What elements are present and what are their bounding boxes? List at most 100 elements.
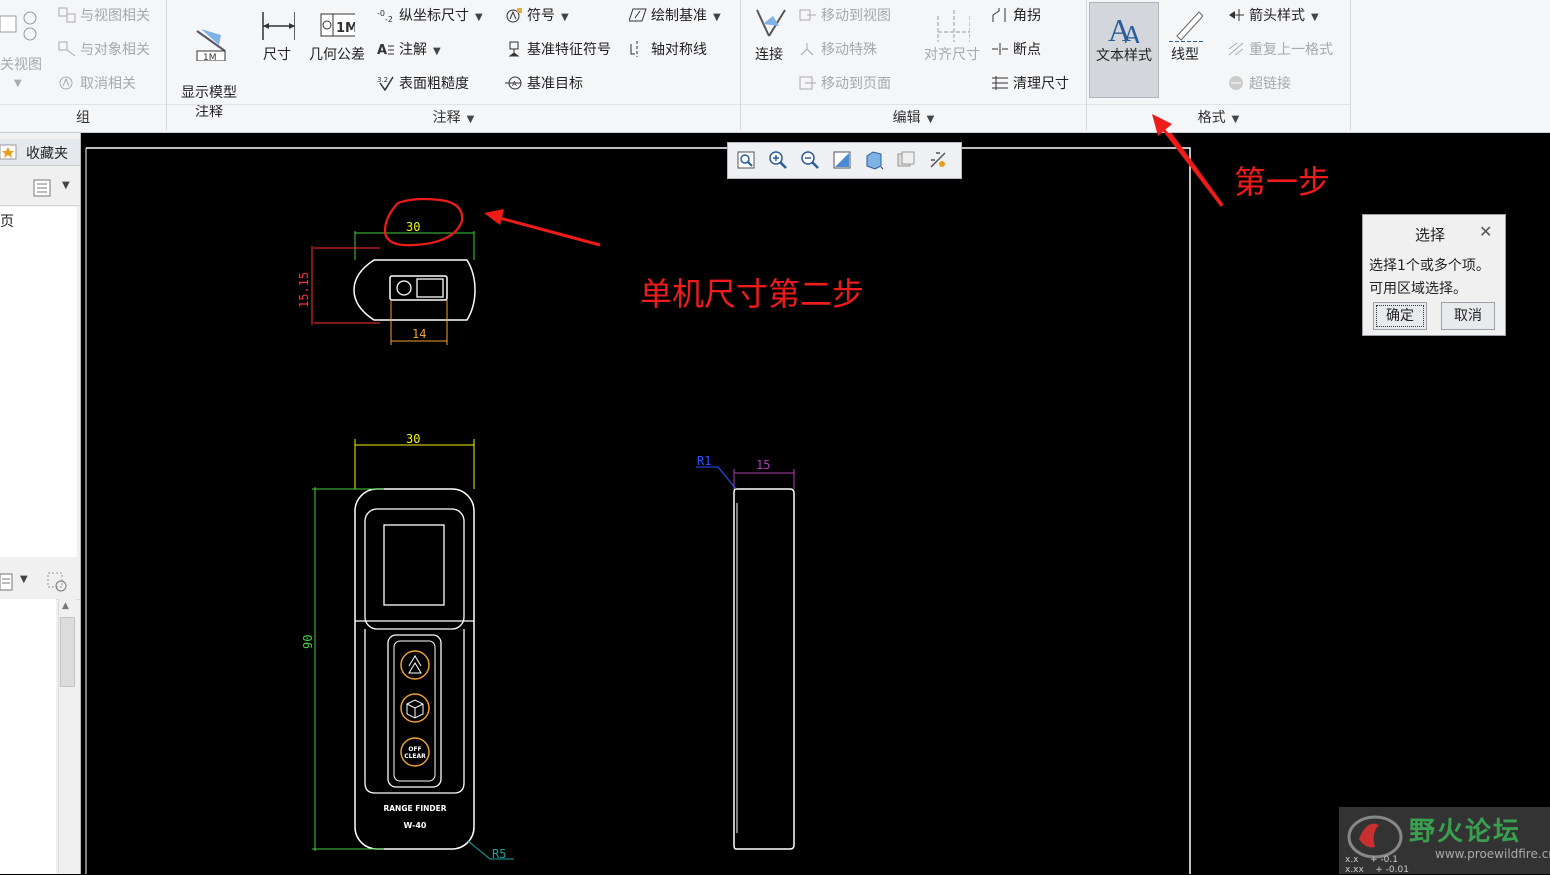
tree-item-page[interactable]: 页 [0, 211, 14, 231]
front-view[interactable]: OFF CLEAR RANGE FINDER W-40 30 90 R5 [301, 432, 514, 861]
zoom-in-icon[interactable] [768, 150, 788, 170]
relate-to-object-button[interactable]: 与对象相关 [58, 38, 150, 62]
datum-target-icon: A [505, 75, 523, 91]
group-label-annotation[interactable]: 注释 ▼ [167, 104, 740, 131]
chevron-down-icon[interactable]: ▼ [561, 12, 569, 23]
side-dim-15-text[interactable]: 15 [756, 458, 770, 472]
arrow-head [1152, 114, 1172, 136]
dimension-button[interactable]: 尺寸 [255, 6, 299, 65]
svg-text:1M: 1M [336, 21, 355, 36]
display-style-icon[interactable] [864, 150, 884, 170]
vertical-scrollbar[interactable]: ▲ [58, 599, 76, 874]
front-radius-text[interactable]: R5 [492, 847, 506, 861]
watermark-url: www.proewildfire.cn [1435, 847, 1550, 861]
top-view[interactable]: 30 15.15 14 [297, 197, 476, 345]
relate-to-view-button[interactable]: 与视图相关 [58, 4, 150, 28]
scroll-up-icon[interactable]: ▲ [62, 601, 69, 611]
top-view-outline [353, 259, 476, 321]
cancel-button[interactable]: 取消 [1441, 302, 1495, 330]
front-dim-30-text[interactable]: 30 [406, 432, 420, 446]
sketch-datum-button[interactable]: 绘制基准 ▼ [628, 4, 721, 28]
red-circle-annotation [383, 197, 464, 247]
axis-of-symmetry-button[interactable]: 轴对称线 [629, 38, 707, 62]
zoom-out-icon[interactable] [800, 150, 820, 170]
dialog-title: 选择 [1415, 226, 1446, 244]
note-button[interactable]: A 注解 ▼ [377, 38, 441, 62]
cube-icon [406, 699, 424, 719]
axis-symmetry-icon [629, 41, 647, 57]
view-toolbar [727, 142, 962, 179]
text-style-button[interactable]: AA 文本样式 [1089, 2, 1159, 98]
sheet-border [86, 147, 1191, 874]
move-to-view-button[interactable]: 移动到视图 [799, 4, 891, 28]
repaint-icon[interactable] [832, 150, 852, 170]
drawing-sheet: 30 15.15 14 OFF CLEAR RANGE FINDER W-40 … [85, 133, 1224, 874]
scrollbar-thumb[interactable] [60, 617, 75, 687]
repeat-format-icon [1227, 41, 1245, 57]
group-edit: 连接 移动到视图 移动特殊 移动到页面 对齐尺寸 角拐 断点 清理尺寸 编辑 ▼ [741, 0, 1086, 130]
relate-view-button[interactable]: 关视图 [0, 56, 50, 75]
jog-icon [991, 7, 1009, 23]
break-icon [991, 41, 1009, 57]
geometric-tolerance-button[interactable]: 1M 几何公差 [305, 6, 369, 65]
svg-text:A: A [377, 43, 387, 57]
front-dim-90-text[interactable]: 90 [301, 635, 315, 649]
surface-finish-button[interactable]: 3.2 表面粗糙度 [377, 72, 469, 96]
doc-icon[interactable] [0, 573, 14, 591]
move-to-view-icon [799, 7, 817, 23]
svg-text:A: A [512, 80, 517, 88]
move-special-button[interactable]: 移动特殊 [799, 38, 877, 62]
note-icon: A [377, 41, 395, 58]
list-view-icon[interactable] [33, 179, 51, 197]
top-dim-14-text[interactable]: 14 [412, 327, 426, 341]
top-dim-30-text[interactable]: 30 [406, 220, 420, 234]
top-dim-height-text[interactable]: 15.15 [297, 272, 311, 308]
chevron-down-icon[interactable]: ▼ [475, 12, 483, 23]
datum-target-button[interactable]: A 基准目标 [505, 72, 583, 96]
favorites-tab[interactable]: 收藏夹 [0, 139, 80, 166]
align-dimensions-button[interactable]: 对齐尺寸 [919, 6, 985, 65]
panel-toolbar: ▼ [0, 171, 80, 206]
dialog-message-2: 可用区域选择。 [1369, 281, 1467, 297]
side-view[interactable]: 15 R1 [696, 454, 795, 850]
arrow-shaft [1162, 129, 1224, 207]
drawing-canvas[interactable]: 30 15.15 14 OFF CLEAR RANGE FINDER W-40 … [84, 133, 1550, 874]
jog-button[interactable]: 角拐 [991, 4, 1041, 28]
tree-area: 页 [0, 207, 77, 557]
chevron-down-icon[interactable]: ▼ [713, 12, 721, 23]
cleanup-dimensions-icon [991, 75, 1009, 91]
group-label-edit[interactable]: 编辑 ▼ [741, 104, 1086, 131]
ok-button[interactable]: 确定 [1373, 302, 1427, 330]
chevron-down-icon: ▼ [466, 114, 475, 125]
svg-text:1M: 1M [203, 53, 217, 61]
arrow-style-button[interactable]: 箭头样式 ▼ [1227, 4, 1319, 28]
connect-button[interactable]: 连接 [745, 6, 793, 65]
repeat-last-format-button[interactable]: 重复上一格式 [1227, 38, 1333, 62]
chevron-down-icon[interactable]: ▼ [62, 180, 70, 191]
symbol-button[interactable]: 符号 ▼ [505, 4, 569, 28]
datum-feature-symbol-button[interactable]: 基准特征符号 [505, 38, 611, 62]
chevron-down-icon[interactable]: ▼ [1311, 12, 1319, 23]
chevron-down-icon[interactable]: ▼ [20, 574, 28, 585]
ordinate-dimension-icon: -0 -2 [377, 7, 395, 24]
chevron-down-icon[interactable]: ▼ [14, 78, 22, 89]
ordinate-dimension-button[interactable]: -0 -2 纵坐标尺寸 ▼ [377, 4, 483, 28]
unrelate-button[interactable]: 取消相关 [58, 72, 136, 96]
cleanup-dimensions-button[interactable]: 清理尺寸 [991, 72, 1069, 96]
layer-icon[interactable] [896, 150, 916, 170]
group-zu: 关视图 ▼ 与视图相关 与对象相关 取消相关 组 [0, 0, 166, 130]
front-body-outline [354, 488, 475, 850]
filter-settings-icon[interactable] [46, 571, 68, 593]
move-to-page-button[interactable]: 移动到页面 [799, 72, 891, 96]
close-icon[interactable]: ✕ [1479, 222, 1492, 241]
range-finder-label: RANGE FINDER [383, 804, 446, 813]
side-radius-text[interactable]: R1 [697, 454, 711, 468]
datum-feature-icon [505, 41, 523, 57]
refit-icon[interactable] [736, 150, 756, 170]
left-panel: 收藏夹 ▼ 页 ▼ ▲ [0, 133, 81, 874]
line-style-button[interactable]: 线型 [1163, 6, 1207, 65]
break-button[interactable]: 断点 [991, 38, 1041, 62]
hyperlink-button[interactable]: 超链接 [1227, 72, 1291, 96]
chevron-down-icon[interactable]: ▼ [433, 46, 441, 57]
annotation-display-icon[interactable] [928, 150, 948, 170]
